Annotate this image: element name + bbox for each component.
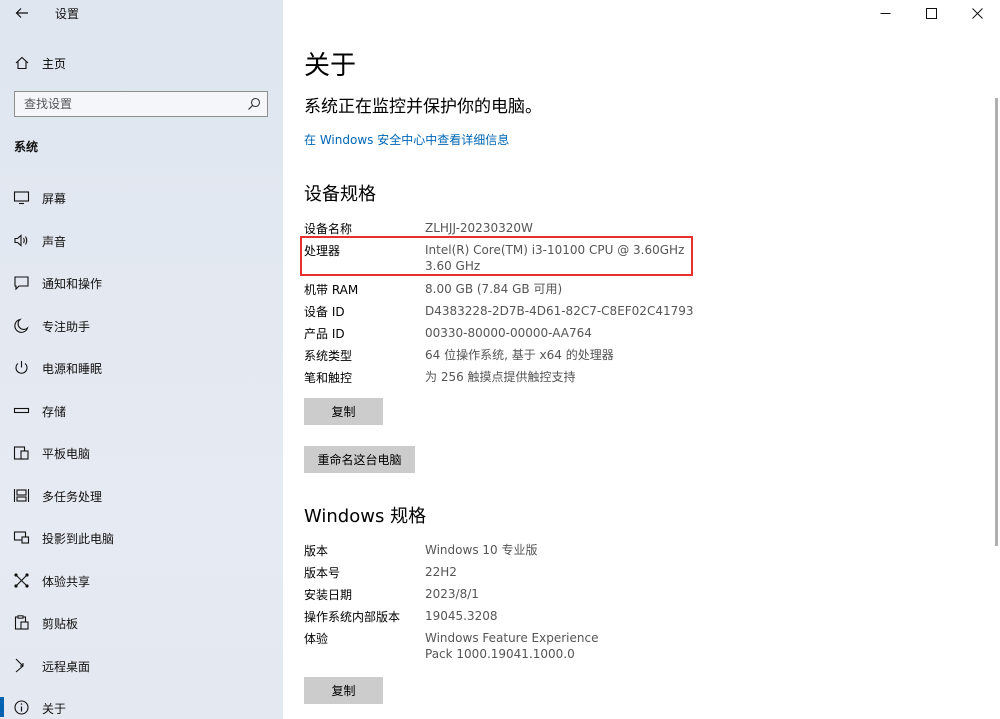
monitor-icon <box>13 191 30 205</box>
power-icon <box>15 361 28 374</box>
sidebar-item-label: 剪贴板 <box>42 617 79 631</box>
sidebar-item-tablet[interactable]: 平板电脑 <box>0 438 283 481</box>
spec-value: 为 256 触摸点提供触控支持 <box>425 370 576 384</box>
project-icon <box>13 531 30 544</box>
spec-key: 操作系统内部版本 <box>304 610 401 624</box>
spec-value: Intel(R) Core(TM) i3-10100 CPU @ 3.60GHz… <box>425 243 685 273</box>
section-label-system: 系统 <box>14 140 39 154</box>
spec-key: 产品 ID <box>304 327 345 341</box>
clipboard-icon <box>14 615 29 630</box>
spec-value: 22H2 <box>425 565 457 579</box>
home-icon <box>15 56 29 70</box>
sidebar-item-label: 关于 <box>42 702 67 716</box>
spec-key: 系统类型 <box>304 349 353 363</box>
sidebar-item-home[interactable]: 主页 <box>0 50 283 76</box>
spec-value: 64 位操作系统, 基于 x64 的处理器 <box>425 348 614 362</box>
sidebar-item-project-to-pc[interactable]: 投影到此电脑 <box>0 523 283 566</box>
rename-pc-button[interactable]: 重命名这台电脑 <box>304 446 415 473</box>
device-specs-heading: 设备规格 <box>304 184 376 205</box>
spec-key: 机带 RAM <box>304 283 359 297</box>
sidebar-item-label: 远程桌面 <box>42 659 91 674</box>
windows-specs-heading: Windows 规格 <box>304 506 427 527</box>
spec-key: 安装日期 <box>304 588 353 602</box>
back-button[interactable] <box>10 2 34 24</box>
sidebar-item-label: 专注助手 <box>42 319 91 334</box>
spec-value: Windows Feature Experience Pack 1000.190… <box>425 631 599 661</box>
moon-icon <box>14 318 29 333</box>
spec-value: 8.00 GB (7.84 GB 可用) <box>425 282 563 296</box>
notification-icon <box>14 276 29 291</box>
spec-key: 处理器 <box>304 244 341 258</box>
search-icon[interactable] <box>246 96 262 112</box>
copy-windows-specs-button[interactable]: 复制 <box>304 677 383 704</box>
sidebar-item-power-sleep[interactable]: 电源和睡眠 <box>0 353 283 396</box>
share-experience-icon <box>14 572 29 588</box>
info-icon <box>14 700 29 715</box>
spec-key: 设备名称 <box>304 222 353 236</box>
spec-value: Windows 10 专业版 <box>425 543 538 557</box>
scrollbar[interactable] <box>995 98 998 546</box>
spec-key: 版本 <box>304 544 329 558</box>
sidebar-item-clipboard[interactable]: 剪贴板 <box>0 608 283 651</box>
title-bar: 设置 <box>0 0 283 26</box>
protection-status: 系统正在监控并保护你的电脑。 <box>304 97 542 117</box>
sidebar-item-label: 多任务处理 <box>42 489 103 504</box>
spec-key: 设备 ID <box>304 305 345 319</box>
spec-value: 2023/8/1 <box>425 587 479 601</box>
window-title: 设置 <box>55 7 80 21</box>
back-arrow-icon <box>15 8 28 18</box>
sidebar-item-label: 投影到此电脑 <box>42 532 115 546</box>
spec-value: 00330-80000-00000-AA764 <box>425 326 592 340</box>
sidebar-item-label: 电源和睡眠 <box>42 362 103 376</box>
sidebar-item-label: 屏幕 <box>42 192 67 206</box>
sidebar-item-label: 声音 <box>42 234 67 249</box>
sidebar-item-sound[interactable]: 声音 <box>0 226 283 269</box>
sidebar-item-remote-desktop[interactable]: 远程桌面 <box>0 651 283 694</box>
main-content: 关于 系统正在监控并保护你的电脑。 在 Windows 安全中心中查看详细信息 … <box>304 0 994 719</box>
sidebar-item-label: 存储 <box>42 404 67 419</box>
multitask-icon <box>13 488 30 502</box>
spec-key: 体验 <box>304 632 329 646</box>
sidebar-item-label: 平板电脑 <box>42 447 91 461</box>
sidebar-item-display[interactable]: 屏幕 <box>0 183 283 226</box>
sidebar-item-notifications[interactable]: 通知和操作 <box>0 268 283 311</box>
page-title: 关于 <box>304 51 357 81</box>
sidebar-nav: 屏幕 声音 通知和操作 专注助手 电源和睡眠 存储 平板电脑 多任务处理 投影到… <box>0 183 283 719</box>
sidebar-item-about[interactable]: 关于 <box>0 693 283 719</box>
sidebar-item-label: 主页 <box>42 57 67 71</box>
search-input[interactable] <box>15 92 243 116</box>
spec-key: 笔和触控 <box>304 371 353 385</box>
sidebar-item-storage[interactable]: 存储 <box>0 396 283 439</box>
sidebar: 设置 主页 系统 屏幕 声音 通知和操作 专注助手 <box>0 0 283 719</box>
sidebar-item-label: 体验共享 <box>42 574 91 589</box>
spec-key: 版本号 <box>304 566 341 580</box>
sidebar-item-focus-assist[interactable]: 专注助手 <box>0 311 283 354</box>
security-center-link[interactable]: 在 Windows 安全中心中查看详细信息 <box>304 131 509 148</box>
spec-value: 19045.3208 <box>425 609 498 623</box>
search-box <box>14 91 268 117</box>
remote-desktop-icon <box>15 658 24 672</box>
spec-value: ZLHJJ-20230320W <box>425 221 533 235</box>
storage-icon <box>13 407 30 413</box>
copy-device-specs-button[interactable]: 复制 <box>304 398 383 425</box>
sidebar-item-label: 通知和操作 <box>42 277 103 291</box>
sidebar-item-shared-experiences[interactable]: 体验共享 <box>0 566 283 609</box>
spec-value: D4383228-2D7B-4D61-82C7-C8EF02C41793 <box>425 304 694 318</box>
tablet-icon <box>13 446 29 460</box>
speaker-icon <box>14 233 28 247</box>
sidebar-item-multitasking[interactable]: 多任务处理 <box>0 481 283 524</box>
